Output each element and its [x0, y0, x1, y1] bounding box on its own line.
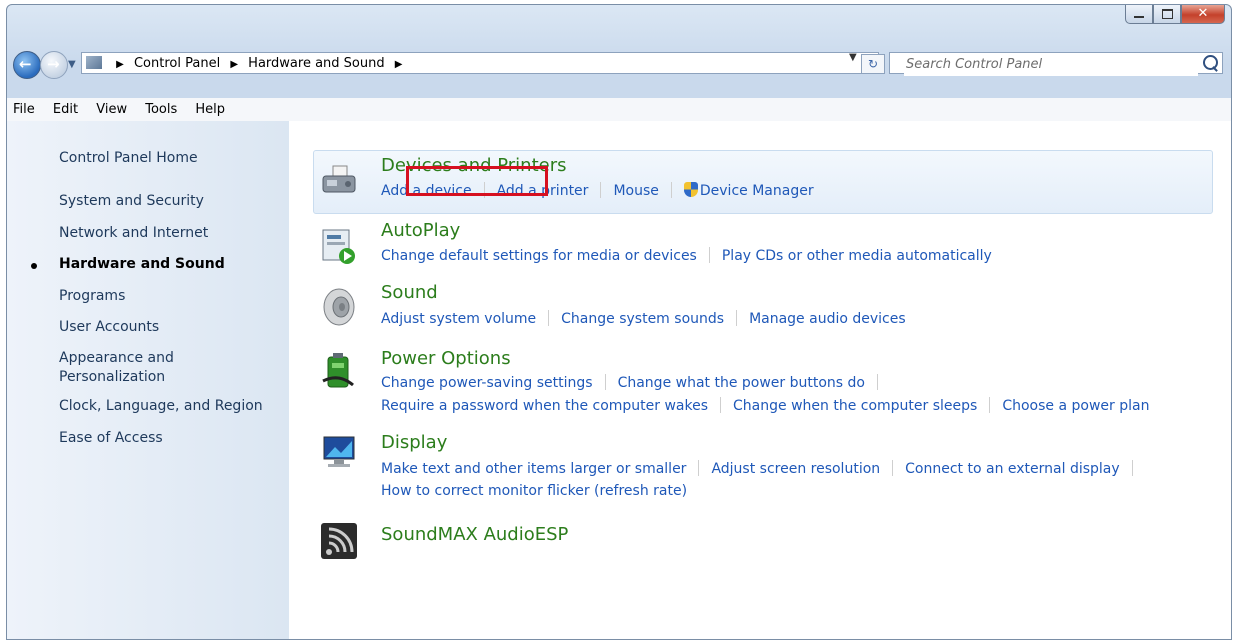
- search-box[interactable]: [889, 52, 1223, 76]
- search-input[interactable]: [904, 53, 1198, 76]
- refresh-button[interactable]: ↻: [861, 54, 885, 74]
- minimize-button[interactable]: [1125, 5, 1153, 24]
- minimize-icon: [1134, 16, 1144, 18]
- sidebar-item-hardware-and-sound: Hardware and Sound: [59, 256, 225, 272]
- link-separator: [892, 460, 894, 476]
- link-separator: [877, 374, 878, 390]
- close-icon: ✕: [1197, 6, 1209, 21]
- back-button[interactable]: ←: [13, 51, 41, 79]
- back-arrow-icon: ←: [19, 55, 32, 73]
- sidebar: Control Panel Home System and Security N…: [7, 121, 289, 639]
- forward-button[interactable]: →: [40, 51, 68, 79]
- address-dropdown-icon[interactable]: ▼: [849, 52, 857, 63]
- change-power-buttons-link[interactable]: Change what the power buttons do: [618, 375, 865, 391]
- window-controls: ✕: [1125, 5, 1225, 24]
- manage-audio-devices-link[interactable]: Manage audio devices: [749, 311, 906, 327]
- sidebar-item-clock-language-region[interactable]: Clock, Language, and Region: [59, 397, 263, 416]
- display-heading[interactable]: Display: [381, 432, 447, 453]
- sound-links: Adjust system volume Change system sounds…: [381, 310, 906, 327]
- sidebar-item-user-accounts[interactable]: User Accounts: [59, 318, 159, 337]
- navigation-bar: ← → ▼ ▶ Control Panel ▶ Hardware and Sou…: [7, 49, 1231, 79]
- forward-arrow-icon: →: [47, 55, 60, 73]
- play-cds-link[interactable]: Play CDs or other media automatically: [722, 248, 992, 264]
- monitor-flicker-link[interactable]: How to correct monitor flicker (refresh …: [381, 483, 687, 499]
- address-bar[interactable]: ▶ Control Panel ▶ Hardware and Sound ▶: [81, 52, 879, 74]
- menu-tools[interactable]: Tools: [145, 98, 177, 122]
- link-separator: [708, 247, 710, 263]
- maximize-icon: [1161, 9, 1173, 19]
- sidebar-item-control-panel-home[interactable]: Control Panel Home: [59, 149, 198, 168]
- maximize-button[interactable]: [1153, 5, 1181, 24]
- change-power-saving-link[interactable]: Change power-saving settings: [381, 375, 593, 391]
- autoplay-icon: [319, 226, 359, 266]
- sidebar-item-ease-of-access[interactable]: Ease of Access: [59, 429, 163, 448]
- sidebar-item-system-and-security[interactable]: System and Security: [59, 192, 204, 211]
- sidebar-item-appearance-and-personalization[interactable]: Appearance and Personalization: [59, 349, 199, 387]
- link-separator: [604, 374, 606, 390]
- refresh-icon: ↻: [867, 57, 879, 71]
- link-separator: [989, 397, 991, 413]
- display-links-row2: How to correct monitor flicker (refresh …: [381, 483, 687, 499]
- connect-external-display-link[interactable]: Connect to an external display: [905, 461, 1120, 477]
- sound-heading[interactable]: Sound: [381, 282, 438, 303]
- menu-file[interactable]: File: [13, 98, 35, 122]
- menu-view[interactable]: View: [96, 98, 127, 122]
- choose-power-plan-link[interactable]: Choose a power plan: [1002, 398, 1149, 414]
- soundmax-heading[interactable]: SoundMAX AudioESP: [381, 524, 568, 545]
- autoplay-heading[interactable]: AutoPlay: [381, 220, 460, 241]
- link-separator: [1131, 460, 1133, 476]
- power-options-heading[interactable]: Power Options: [381, 348, 511, 369]
- link-separator: [720, 397, 722, 413]
- change-when-sleeps-link[interactable]: Change when the computer sleeps: [733, 398, 977, 414]
- adjust-system-volume-link[interactable]: Adjust system volume: [381, 311, 536, 327]
- link-separator: [698, 460, 700, 476]
- menu-edit[interactable]: Edit: [53, 98, 78, 122]
- control-panel-icon: [86, 56, 102, 69]
- sidebar-item-network-and-internet[interactable]: Network and Internet: [59, 224, 208, 243]
- autoplay-links: Change default settings for media or dev…: [381, 247, 992, 264]
- breadcrumb-control-panel[interactable]: Control Panel: [134, 56, 220, 71]
- soundmax-icon: [319, 521, 359, 561]
- monitor-icon: [319, 433, 359, 473]
- menu-bar: File Edit View Tools Help: [7, 98, 1231, 123]
- make-text-larger-link[interactable]: Make text and other items larger or smal…: [381, 461, 686, 477]
- title-bar: ✕: [7, 5, 1231, 45]
- link-separator: [736, 310, 738, 326]
- breadcrumb-arrow-icon[interactable]: ▶: [230, 59, 238, 70]
- change-default-settings-link[interactable]: Change default settings for media or dev…: [381, 248, 697, 264]
- device-manager-highlight-box: [406, 166, 548, 196]
- change-system-sounds-link[interactable]: Change system sounds: [561, 311, 724, 327]
- battery-icon: [319, 351, 359, 391]
- display-links-row1: Make text and other items larger or smal…: [381, 460, 1145, 477]
- require-password-link[interactable]: Require a password when the computer wak…: [381, 398, 708, 414]
- device-manager-link[interactable]: Device Manager: [700, 183, 814, 199]
- search-icon[interactable]: [1203, 55, 1218, 70]
- menu-help[interactable]: Help: [195, 98, 225, 122]
- power-links-row1: Change power-saving settings Change what …: [381, 374, 890, 391]
- close-button[interactable]: ✕: [1181, 5, 1225, 24]
- current-item-bullet: [31, 263, 37, 269]
- breadcrumb-hardware-and-sound[interactable]: Hardware and Sound: [248, 56, 384, 71]
- control-panel-window: ✕ ← → ▼ ▶ Control Panel ▶ Hardware and S…: [6, 4, 1232, 640]
- link-separator: [600, 182, 602, 198]
- link-separator: [670, 182, 672, 198]
- link-separator: [548, 310, 550, 326]
- recent-pages-dropdown[interactable]: ▼: [68, 59, 76, 70]
- speaker-icon: [319, 287, 359, 327]
- power-links-row2: Require a password when the computer wak…: [381, 397, 1149, 414]
- breadcrumb-arrow-icon[interactable]: ▶: [116, 59, 124, 70]
- shield-icon: [683, 182, 698, 197]
- sidebar-item-programs[interactable]: Programs: [59, 287, 125, 306]
- breadcrumb-arrow-icon[interactable]: ▶: [395, 59, 403, 70]
- printer-icon: [319, 162, 359, 202]
- main-content: Devices and Printers Add a device Add a p…: [289, 121, 1231, 639]
- adjust-screen-resolution-link[interactable]: Adjust screen resolution: [711, 461, 880, 477]
- mouse-link[interactable]: Mouse: [613, 183, 658, 199]
